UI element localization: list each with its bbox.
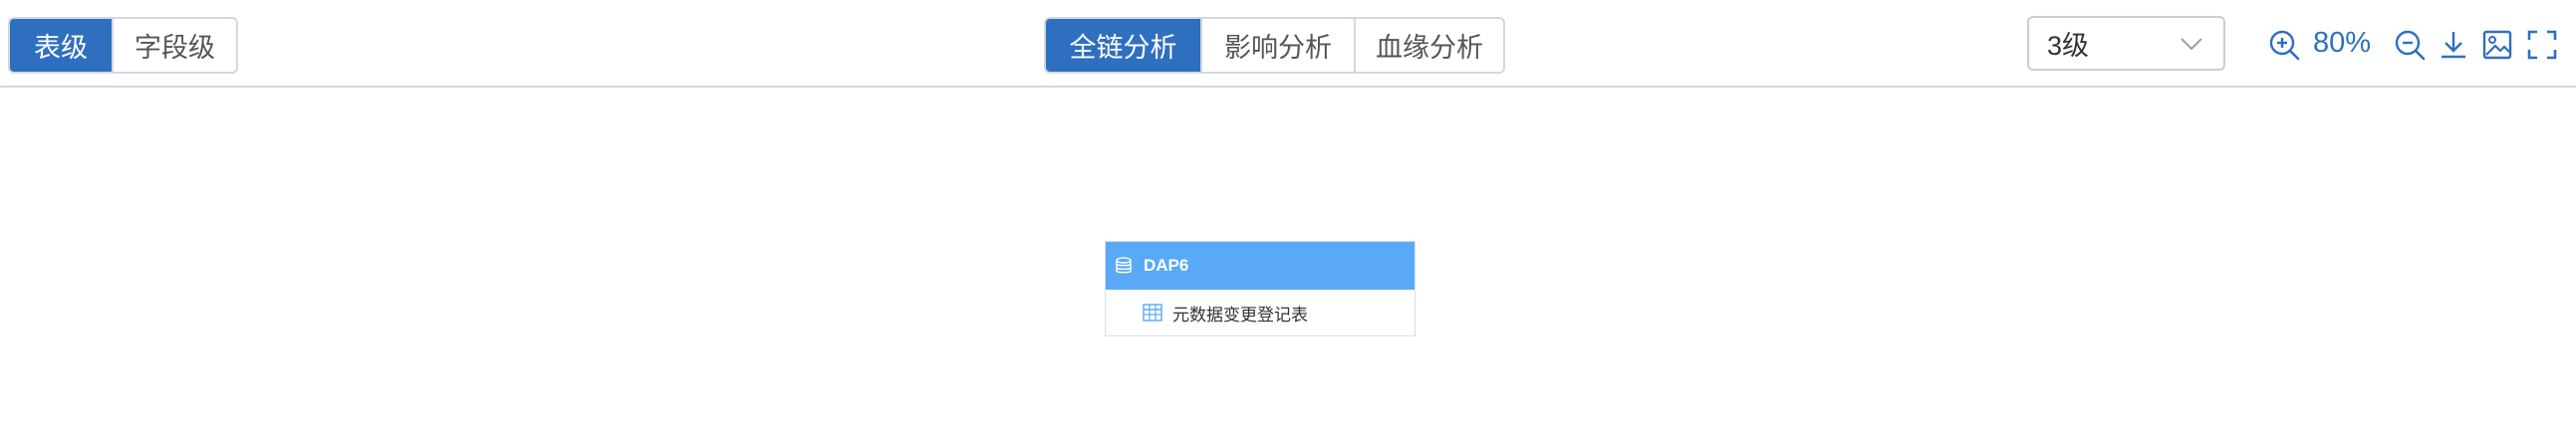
level-toggle: 表级 字段级 [8,17,238,74]
analysis-toggle: 全链分析 影响分析 血缘分析 [1044,17,1505,74]
graph-toolbar: 表级 字段级 全链分析 影响分析 血缘分析 3级 80% [0,0,2576,88]
tab-lineage-analysis[interactable]: 血缘分析 [1354,19,1503,72]
zoom-in-icon [2269,30,2300,61]
zoom-out-icon [2395,30,2426,61]
node-header[interactable]: DAP6 [1106,242,1415,290]
zoom-out-button[interactable] [2391,26,2429,64]
database-icon [1116,257,1132,274]
node-table-row[interactable]: 元数据变更登记表 [1106,290,1415,335]
download-icon [2442,32,2465,59]
table-icon [1143,304,1162,322]
node-title: DAP6 [1144,256,1189,275]
tab-full-chain-analysis[interactable]: 全链分析 [1046,19,1200,72]
lineage-node[interactable]: DAP6 元数据变更登记表 [1105,241,1416,336]
chevron-down-icon [2181,38,2202,51]
depth-select-value: 3级 [2047,31,2090,61]
fullscreen-icon [2527,30,2557,60]
fullscreen-button[interactable] [2523,26,2561,64]
image-export-icon [2482,30,2512,60]
tab-table-level[interactable]: 表级 [10,19,112,72]
tab-impact-analysis[interactable]: 影响分析 [1200,19,1354,72]
download-button[interactable] [2435,26,2472,64]
node-table-label: 元数据变更登记表 [1172,305,1308,325]
export-image-button[interactable] [2478,26,2516,64]
zoom-in-button[interactable] [2265,26,2303,64]
tab-field-level[interactable]: 字段级 [112,19,236,72]
depth-select[interactable]: 3级 [2027,16,2225,71]
zoom-level: 80% [2313,27,2372,59]
